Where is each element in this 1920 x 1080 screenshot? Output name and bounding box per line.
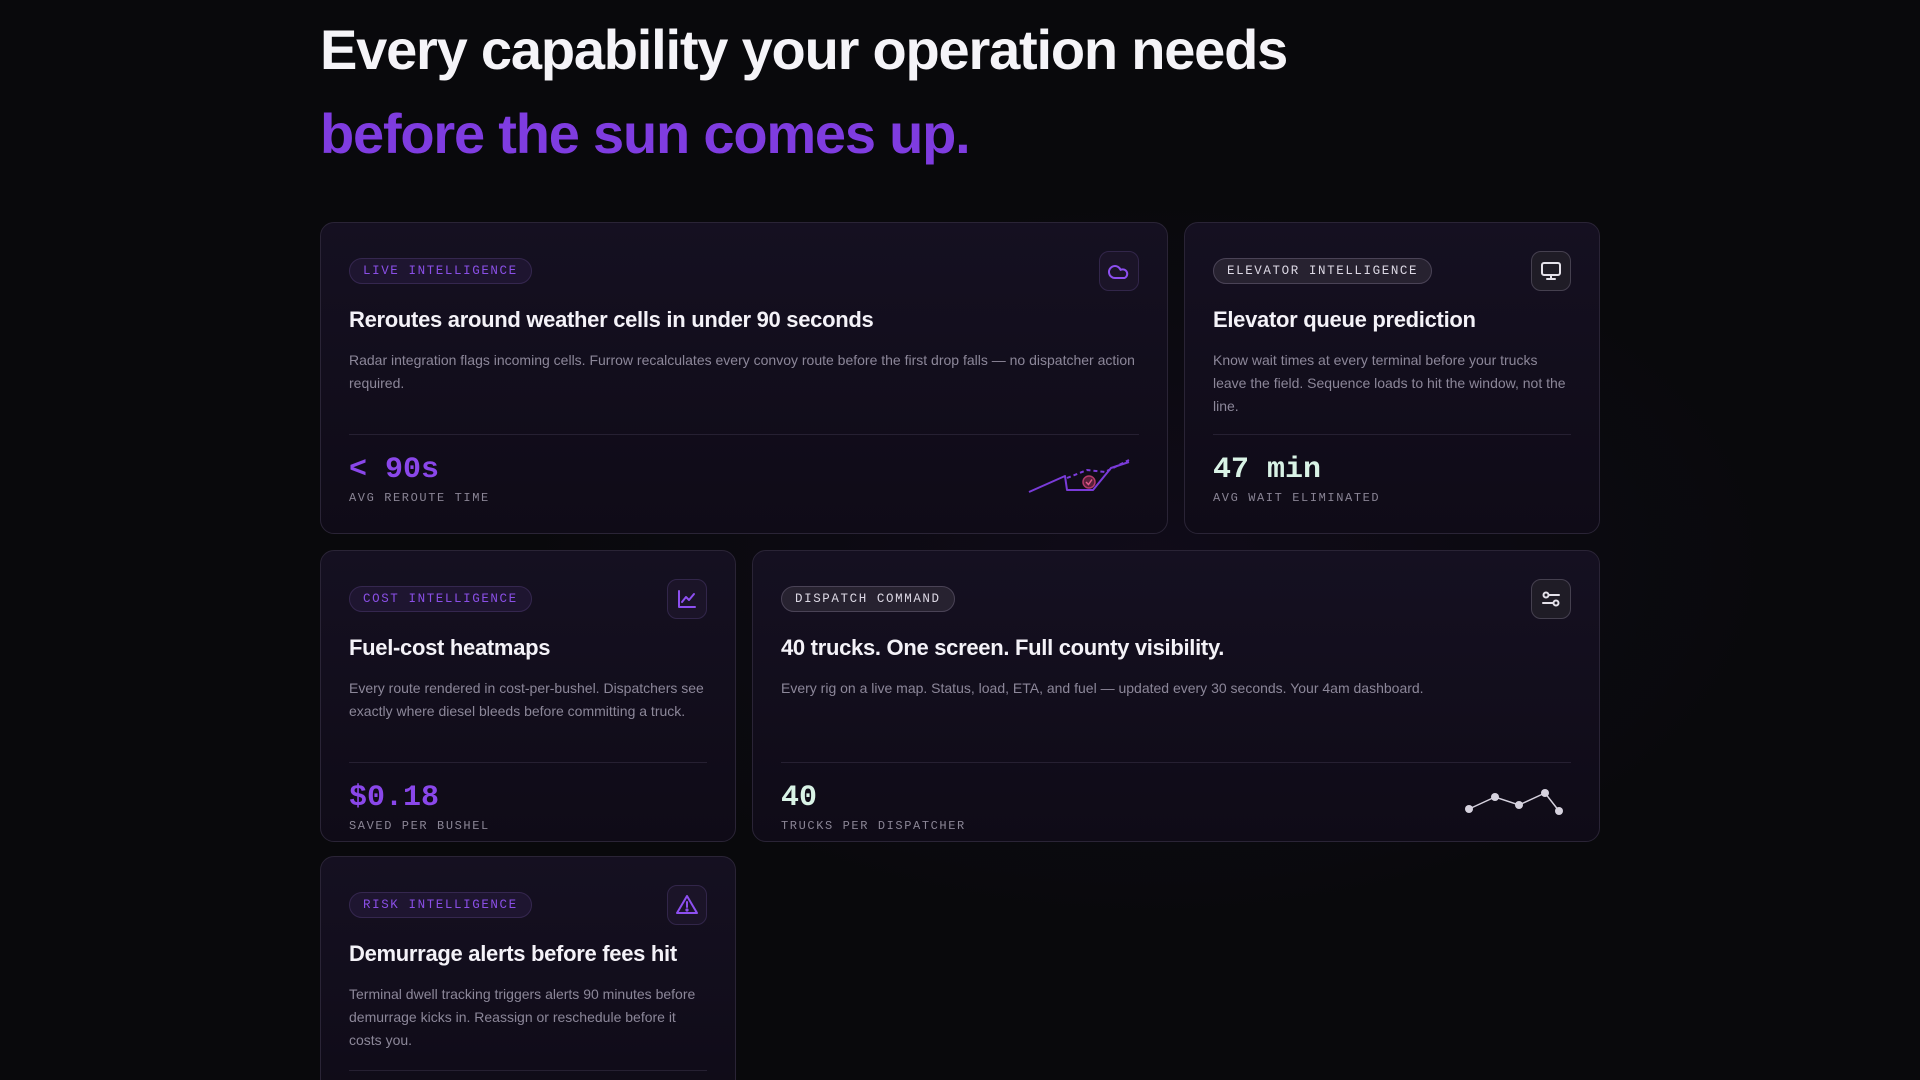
card-live-intelligence: LIVE INTELLIGENCE Reroutes around weathe… [320, 222, 1168, 534]
card-tag: RISK INTELLIGENCE [349, 892, 532, 918]
card-risk-intelligence: RISK INTELLIGENCE Demurrage alerts befor… [320, 856, 736, 1080]
warning-triangle-icon [667, 885, 707, 925]
card-tag: ELEVATOR INTELLIGENCE [1213, 258, 1433, 284]
hero-headline-accent: before the sun comes up. [320, 102, 971, 165]
card-tag: COST INTELLIGENCE [349, 586, 532, 612]
card-description: Know wait times at every terminal before… [1213, 352, 1566, 414]
card-elevator-intelligence: ELEVATOR INTELLIGENCE Elevator queue pre… [1184, 222, 1600, 534]
card-title: Reroutes around weather cells in under 9… [349, 307, 874, 332]
card-divider [349, 434, 1139, 435]
hero-headline: Every capability your operation needs [320, 18, 1288, 81]
card-metric-label: TRUCKS PER DISPATCHER [781, 819, 966, 833]
monitor-icon [1531, 251, 1571, 291]
cloud-icon [1099, 251, 1139, 291]
card-description: Radar integration flags incoming cells. … [349, 352, 1135, 391]
line-chart-icon [667, 579, 707, 619]
card-title: Fuel-cost heatmaps [349, 635, 551, 660]
reroute-sparkline [1028, 459, 1130, 493]
network-nodes [1465, 789, 1563, 815]
card-title: Demurrage alerts before fees hit [349, 941, 677, 966]
card-title: Elevator queue prediction [1213, 307, 1476, 332]
card-description: Terminal dwell tracking triggers alerts … [349, 986, 696, 1048]
card-divider [781, 762, 1571, 763]
card-description: Every route rendered in cost-per-bushel.… [349, 680, 704, 719]
card-metric-value: < 90s [349, 453, 440, 487]
card-divider [349, 1070, 707, 1071]
card-cost-intelligence: COST INTELLIGENCE Fuel-cost heatmaps Eve… [320, 550, 736, 842]
card-metric-value: $0.18 [349, 781, 440, 815]
card-metric-label: AVG REROUTE TIME [349, 491, 490, 505]
card-divider [349, 762, 707, 763]
card-dispatch-command: DISPATCH COMMAND 40 trucks. One screen. … [752, 550, 1600, 842]
sliders-icon [1531, 579, 1571, 619]
card-metric-label: SAVED PER BUSHEL [349, 819, 490, 833]
card-tag: DISPATCH COMMAND [781, 586, 955, 612]
card-divider [1213, 434, 1571, 435]
card-description: Every rig on a live map. Status, load, E… [781, 680, 1424, 696]
card-title: 40 trucks. One screen. Full county visib… [781, 635, 1225, 660]
card-metric-value: 40 [781, 781, 818, 815]
card-metric-value: 47 min [1213, 453, 1322, 487]
card-tag: LIVE INTELLIGENCE [349, 258, 532, 284]
card-metric-label: AVG WAIT ELIMINATED [1213, 491, 1381, 505]
